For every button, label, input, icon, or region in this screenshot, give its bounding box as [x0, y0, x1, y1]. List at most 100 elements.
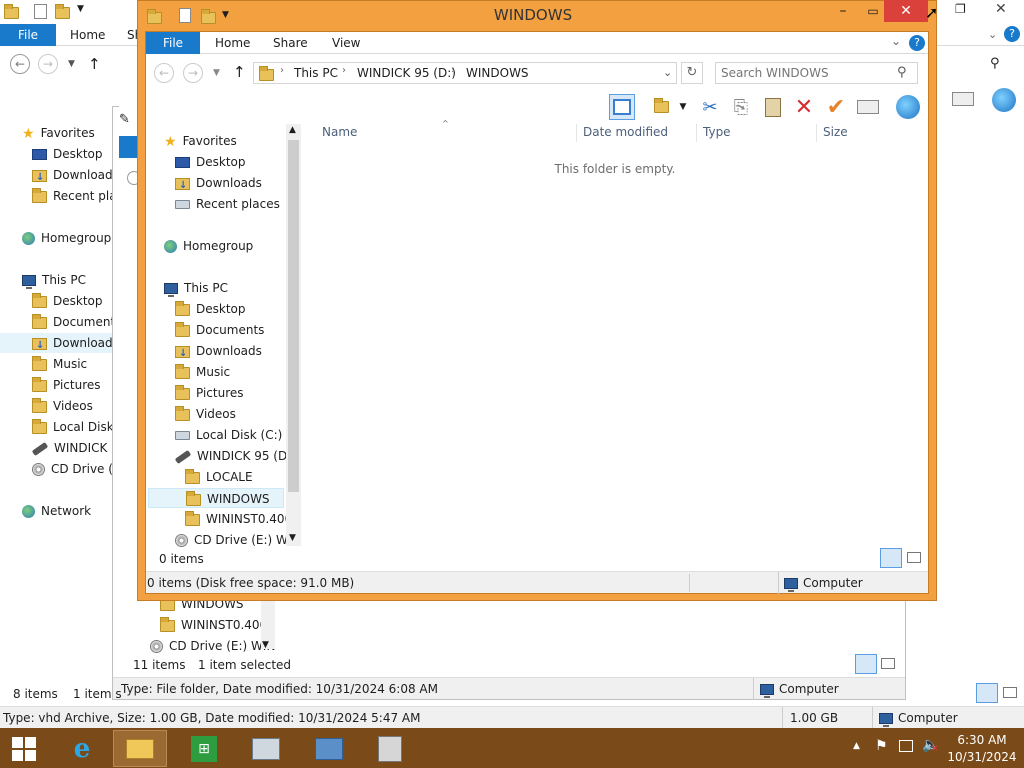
- column-type[interactable]: Type: [703, 125, 731, 139]
- front-search-input[interactable]: [721, 65, 891, 81]
- back-nav-recent-icon[interactable]: ▼: [68, 59, 75, 69]
- front-nav-scroll-thumb[interactable]: [288, 140, 299, 492]
- nav-pc-desktop[interactable]: Desktop: [175, 299, 246, 319]
- front-tab-home[interactable]: Home: [215, 32, 250, 54]
- front-nav-up-icon[interactable]: ↑: [233, 63, 246, 81]
- back-nav-thispc[interactable]: This PC: [22, 270, 86, 290]
- properties-icon[interactable]: [855, 94, 881, 120]
- taskbar-store[interactable]: ⊞: [177, 730, 231, 767]
- back-nav-network[interactable]: Network: [22, 501, 91, 521]
- nav-local-disk[interactable]: Local Disk (C:): [175, 425, 282, 445]
- back-nav-documents[interactable]: Documents: [32, 312, 121, 332]
- back-nav-downloads[interactable]: Downloads: [32, 165, 119, 188]
- nav-locale[interactable]: LOCALE: [185, 467, 253, 487]
- nav-windick[interactable]: WINDICK 95 (D:): [174, 446, 296, 466]
- back-nav-cddrive[interactable]: CD Drive (E: [32, 459, 121, 479]
- back-window-newfolder-icon[interactable]: [55, 3, 70, 19]
- front-details-view-icon[interactable]: [880, 548, 902, 568]
- front-large-icons-view-icon[interactable]: [907, 552, 921, 563]
- taskbar-file-explorer[interactable]: [113, 730, 167, 767]
- middle-tree-cddrive[interactable]: CD Drive (E:) WIN: [150, 636, 275, 656]
- column-size[interactable]: Size: [823, 125, 848, 139]
- nav-desktop[interactable]: Desktop: [175, 152, 246, 172]
- nav-recent-places[interactable]: Recent places: [175, 194, 280, 214]
- taskbar-app-installer[interactable]: [363, 730, 417, 767]
- front-nav-scroll-down-icon[interactable]: ▼: [289, 533, 296, 543]
- nav-downloads[interactable]: Downloads: [175, 173, 262, 196]
- internet-globe-icon[interactable]: [895, 94, 921, 120]
- address-dropdown-icon[interactable]: ⌄: [663, 66, 672, 79]
- tray-clock[interactable]: 6:30 AM 10/31/2024: [940, 732, 1024, 766]
- start-button[interactable]: [0, 730, 48, 767]
- front-window-titlebar[interactable]: ▼ WINDOWS – ▭ ✕: [138, 0, 936, 30]
- front-nav-scroll-up-icon[interactable]: ▲: [289, 125, 296, 135]
- front-refresh-icon[interactable]: ↻: [681, 62, 703, 84]
- nav-documents[interactable]: Documents: [175, 320, 264, 340]
- back-globe-tool-icon[interactable]: [992, 88, 1016, 112]
- nav-this-pc[interactable]: This PC: [164, 278, 228, 298]
- nav-videos[interactable]: Videos: [175, 404, 236, 424]
- front-nav-back-icon[interactable]: ←: [154, 63, 174, 83]
- nav-pc-downloads[interactable]: Downloads: [175, 341, 262, 364]
- back-nav-forward-icon[interactable]: →: [38, 54, 58, 74]
- back-properties-tool-icon[interactable]: [952, 92, 974, 106]
- cut-icon[interactable]: ✂: [697, 94, 723, 120]
- middle-pin-icon[interactable]: ✎: [119, 112, 130, 127]
- front-tab-file[interactable]: File: [146, 32, 200, 54]
- middle-tree-wininst[interactable]: WININST0.400: [160, 615, 267, 635]
- back-nav-localdisk[interactable]: Local Disk (: [32, 417, 122, 437]
- nav-cd-drive[interactable]: CD Drive (E:) WIN: [175, 530, 300, 550]
- back-nav-videos[interactable]: Videos: [32, 396, 93, 416]
- back-details-view-icon[interactable]: [976, 683, 998, 703]
- back-nav-desktop[interactable]: Desktop: [32, 144, 103, 164]
- copy-icon[interactable]: ⎘: [728, 94, 754, 120]
- front-help-icon[interactable]: ?: [909, 35, 925, 51]
- breadcrumb-windows[interactable]: WINDOWS: [466, 66, 529, 80]
- nav-windows-selected[interactable]: WINDOWS: [148, 488, 284, 508]
- back-nav-back-icon[interactable]: ←: [10, 54, 30, 74]
- back-help-icon[interactable]: ?: [1004, 26, 1020, 42]
- nav-music[interactable]: Music: [175, 362, 230, 382]
- nav-favorites[interactable]: ★ Favorites: [164, 131, 237, 151]
- front-tab-view[interactable]: View: [332, 32, 360, 54]
- back-nav-homegroup[interactable]: Homegroup: [22, 228, 111, 248]
- back-tab-home[interactable]: Home: [58, 24, 117, 46]
- front-tab-share[interactable]: Share: [273, 32, 308, 54]
- front-search-icon[interactable]: ⚲: [897, 65, 907, 80]
- back-ribbon-collapse-icon[interactable]: ⌄: [988, 28, 997, 41]
- back-nav-up-icon[interactable]: ↑: [88, 55, 101, 73]
- back-nav-pc-desktop[interactable]: Desktop: [32, 291, 103, 311]
- back-nav-favorites[interactable]: ★ Favorites: [22, 123, 95, 143]
- column-date-modified[interactable]: Date modified: [583, 125, 668, 139]
- middle-scroll-down-icon[interactable]: ▼: [262, 640, 269, 650]
- back-nav-music[interactable]: Music: [32, 354, 87, 374]
- tray-flag-icon[interactable]: ⚑: [875, 738, 888, 754]
- front-ribbon-collapse-icon[interactable]: ⌄: [891, 34, 901, 48]
- back-large-icons-view-icon[interactable]: [1003, 687, 1017, 698]
- back-window-restore-icon[interactable]: ❐: [955, 2, 966, 16]
- tray-network-icon[interactable]: [899, 740, 913, 752]
- breadcrumb-this-pc[interactable]: This PC: [294, 66, 338, 80]
- middle-details-view-icon[interactable]: [855, 654, 877, 674]
- taskbar-app-control-panel[interactable]: [302, 730, 356, 767]
- rename-check-icon[interactable]: ✔: [823, 94, 849, 120]
- back-search-icon[interactable]: ⚲: [990, 56, 1000, 71]
- front-nav-recent-icon[interactable]: ▼: [213, 68, 220, 78]
- middle-large-icons-view-icon[interactable]: [881, 658, 895, 669]
- preview-pane-icon[interactable]: [609, 94, 635, 120]
- back-nav-pictures[interactable]: Pictures: [32, 375, 101, 395]
- nav-homegroup[interactable]: Homegroup: [164, 236, 253, 256]
- back-tab-file[interactable]: File: [0, 24, 56, 46]
- back-nav-recent[interactable]: Recent plac: [32, 186, 123, 206]
- breadcrumb-windick[interactable]: WINDICK 95 (D:): [357, 66, 456, 80]
- organize-dropdown-icon[interactable]: ▼: [676, 94, 690, 120]
- back-window-qat-dropdown-icon[interactable]: ▼: [77, 4, 84, 14]
- tray-show-hidden-icon[interactable]: ▲: [853, 741, 860, 751]
- paste-icon[interactable]: [760, 94, 786, 120]
- back-nav-pc-downloads[interactable]: Downloads: [0, 333, 119, 356]
- column-name[interactable]: Name: [322, 125, 357, 139]
- front-search-box[interactable]: ⚲: [715, 62, 918, 84]
- front-address-bar[interactable]: › This PC › WINDICK 95 (D:) › WINDOWS ⌄: [253, 62, 677, 84]
- nav-pictures[interactable]: Pictures: [175, 383, 244, 403]
- front-minimize-icon[interactable]: –: [828, 0, 858, 22]
